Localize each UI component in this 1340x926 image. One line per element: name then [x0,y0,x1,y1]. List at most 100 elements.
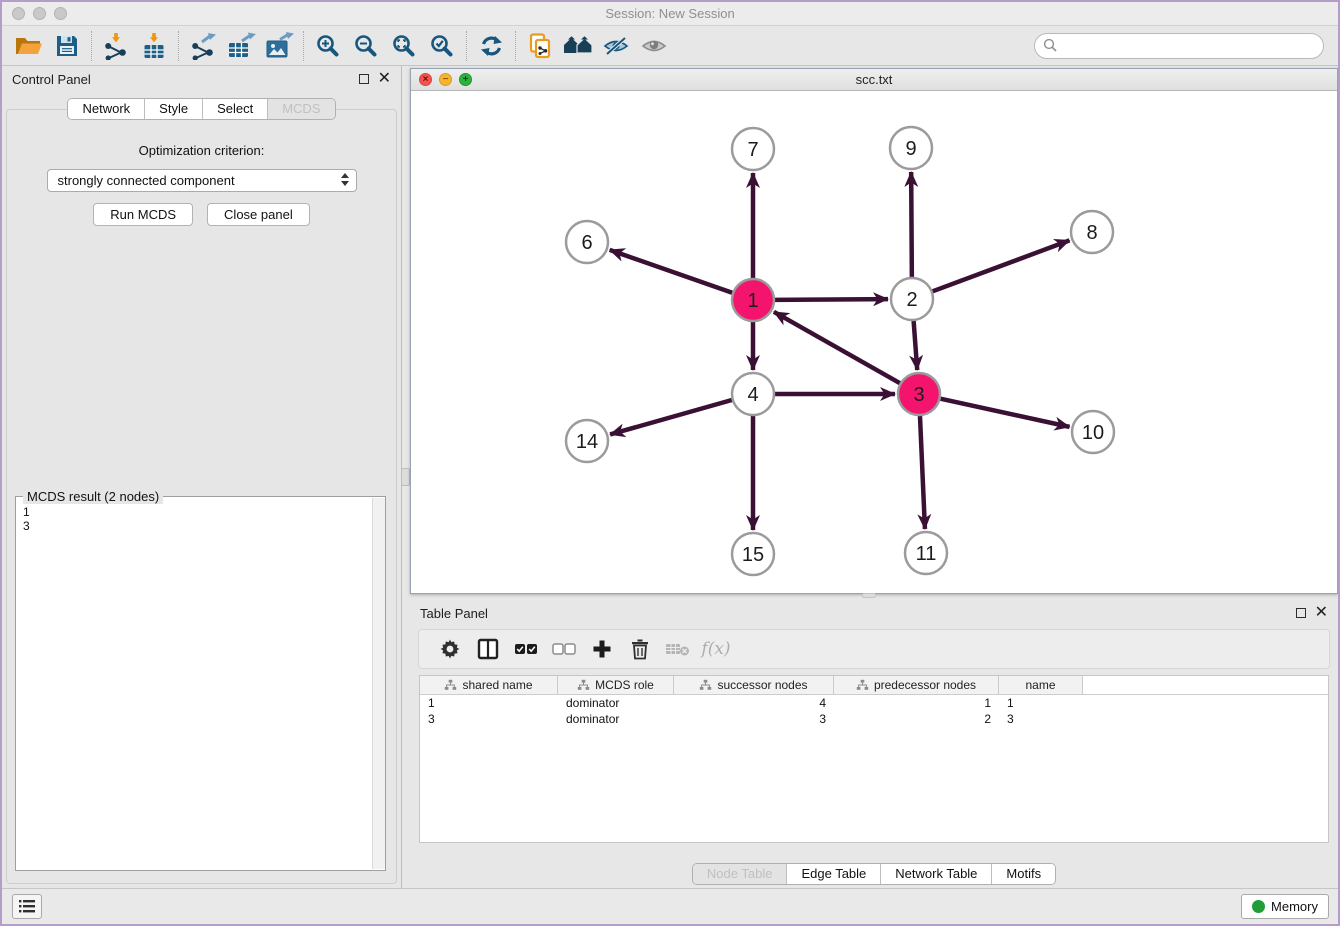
cell-predecessor-nodes: 1 [834,696,999,710]
status-bar: Memory [2,888,1338,924]
node-label-4: 4 [747,384,758,406]
horizontal-splitter-handle[interactable] [862,593,876,598]
tab-mcds[interactable]: MCDS [268,99,334,119]
zoom-fit-icon[interactable] [385,29,423,63]
zoom-out-icon[interactable] [347,29,385,63]
hide-details-eye-slash-icon[interactable] [597,29,635,63]
close-panel-icon[interactable]: ✕ [378,74,391,84]
edge-1-2[interactable] [775,299,888,300]
cell-name: 3 [999,712,1083,726]
table-panel-header: Table Panel ✕ [410,600,1338,626]
edge-3-10[interactable] [940,399,1069,427]
node-table[interactable]: shared name MCDS role successor nodes pr… [419,675,1329,843]
fx-label: f(x) [701,639,730,659]
table-toolbar: f(x) [418,629,1330,669]
zoom-in-icon[interactable] [309,29,347,63]
import-table-icon[interactable] [135,29,173,63]
float-panel-icon[interactable] [359,74,369,84]
edge-3-1[interactable] [774,312,900,383]
node-label-10: 10 [1082,422,1104,444]
result-scrollbar[interactable] [372,498,385,869]
tab-style[interactable]: Style [145,99,203,119]
toolbar-separator [515,31,516,61]
column-label: successor nodes [717,678,807,692]
cell-predecessor-nodes: 2 [834,712,999,726]
vertical-splitter-handle[interactable] [401,468,410,486]
column-header-shared-name[interactable]: shared name [420,676,558,694]
open-session-icon[interactable] [10,29,48,63]
export-table-icon[interactable] [222,29,260,63]
window-title: Session: New Session [2,6,1338,21]
tab-network[interactable]: Network [68,99,145,119]
task-history-button[interactable] [12,894,42,919]
control-panel-title: Control Panel [12,72,91,87]
function-builder-icon[interactable]: f(x) [699,633,733,665]
close-panel-button[interactable]: Close panel [207,203,310,226]
delete-table-icon[interactable] [661,633,695,665]
gear-icon[interactable] [433,633,467,665]
toolbar-separator [178,31,179,61]
zoom-selected-icon[interactable] [423,29,461,63]
run-mcds-button[interactable]: Run MCDS [93,203,193,226]
search-field[interactable] [1034,33,1324,59]
deselect-all-icon[interactable] [547,633,581,665]
cell-successor-nodes: 4 [674,696,834,710]
tab-select[interactable]: Select [203,99,268,119]
table-panel: Table Panel ✕ [410,600,1338,888]
export-network-icon[interactable] [184,29,222,63]
float-table-panel-icon[interactable] [1296,608,1306,618]
table-panel-title: Table Panel [420,606,488,621]
column-header-name[interactable]: name [999,676,1083,694]
column-header-successor-nodes[interactable]: successor nodes [674,676,834,694]
cell-mcds-role: dominator [558,712,674,726]
edge-2-8[interactable] [933,240,1070,291]
add-column-icon[interactable] [585,633,619,665]
network-view-frame: × − + scc.txt 7968124314101511 [410,68,1338,594]
import-network-icon[interactable] [97,29,135,63]
tab-network-table[interactable]: Network Table [881,864,992,884]
edge-2-9[interactable] [911,172,912,277]
tab-edge-table[interactable]: Edge Table [787,864,881,884]
mcds-result-text[interactable]: 1 3 [16,499,371,870]
window-titlebar: Session: New Session [2,2,1338,26]
delete-column-icon[interactable] [623,633,657,665]
homes-icon[interactable] [559,29,597,63]
close-table-panel-icon[interactable]: ✕ [1315,608,1328,618]
cell-shared-name: 3 [420,712,558,726]
save-session-icon[interactable] [48,29,86,63]
table-row[interactable]: 3 dominator 3 2 3 [420,711,1328,727]
node-label-1: 1 [747,290,758,312]
network-canvas[interactable]: 7968124314101511 [411,91,1337,594]
toolbar-separator [91,31,92,61]
list-icon [18,899,36,914]
column-header-predecessor-nodes[interactable]: predecessor nodes [834,676,999,694]
main-toolbar [2,26,1338,66]
select-all-icon[interactable] [509,633,543,665]
cell-name: 1 [999,696,1083,710]
table-header-row: shared name MCDS role successor nodes pr… [420,676,1328,695]
column-label: shared name [462,678,532,692]
criterion-select[interactable]: strongly connected component [47,169,357,192]
ndex-documents-icon[interactable] [521,29,559,63]
shared-column-icon [856,679,869,691]
cell-successor-nodes: 3 [674,712,834,726]
memory-label: Memory [1271,899,1318,914]
mcds-result-group: MCDS result (2 nodes) 1 3 [15,496,386,871]
export-image-icon[interactable] [260,29,298,63]
table-tabs: Node Table Edge Table Network Table Moti… [692,863,1056,885]
edge-1-6[interactable] [610,250,733,293]
node-label-11: 11 [916,543,937,565]
table-row[interactable]: 1 dominator 4 1 1 [420,695,1328,711]
tab-motifs[interactable]: Motifs [992,864,1055,884]
tab-node-table[interactable]: Node Table [693,864,788,884]
node-label-3: 3 [913,384,924,406]
memory-button[interactable]: Memory [1241,894,1329,919]
edge-2-3[interactable] [914,321,918,370]
column-header-mcds-role[interactable]: MCDS role [558,676,674,694]
column-view-icon[interactable] [471,633,505,665]
search-input[interactable] [1063,38,1315,53]
show-details-eye-icon[interactable] [635,29,673,63]
refresh-view-icon[interactable] [472,29,510,63]
edge-3-11[interactable] [920,416,925,529]
edge-4-14[interactable] [610,400,732,434]
